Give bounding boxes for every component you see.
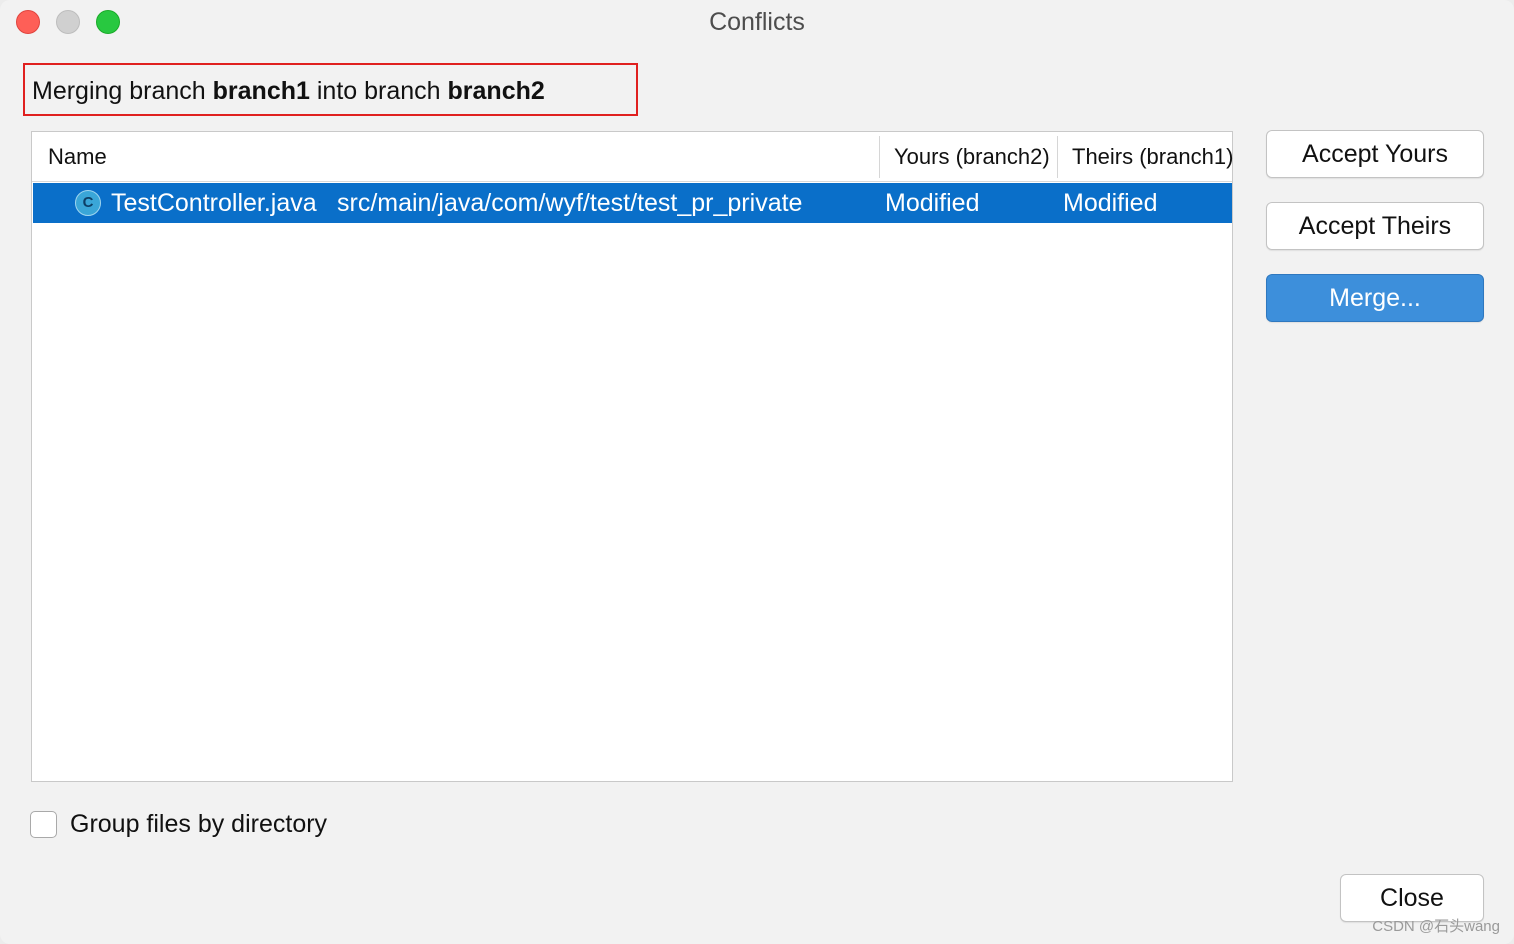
- column-header-name[interactable]: Name: [48, 132, 107, 181]
- group-by-directory-label[interactable]: Group files by directory: [70, 810, 327, 839]
- watermark-text: CSDN @石头wang: [1372, 918, 1500, 935]
- table-header: Name Yours (branch2) Theirs (branch1): [32, 132, 1233, 182]
- accept-theirs-button[interactable]: Accept Theirs: [1266, 202, 1484, 250]
- conflicts-table[interactable]: Name Yours (branch2) Theirs (branch1) C …: [31, 131, 1233, 782]
- table-row[interactable]: C TestController.java src/main/java/com/…: [33, 183, 1232, 223]
- theirs-status: Modified: [1063, 189, 1158, 217]
- target-branch-name: branch2: [447, 77, 545, 105]
- file-name: TestController.java: [111, 189, 317, 217]
- group-by-directory-checkbox[interactable]: [30, 811, 57, 838]
- merge-button[interactable]: Merge...: [1266, 274, 1484, 322]
- yours-status: Modified: [885, 189, 980, 217]
- file-path: src/main/java/com/wyf/test/test_pr_priva…: [337, 189, 803, 217]
- column-header-yours[interactable]: Yours (branch2): [894, 132, 1050, 181]
- window-title: Conflicts: [709, 8, 805, 36]
- accept-yours-button[interactable]: Accept Yours: [1266, 130, 1484, 178]
- merge-info-text: Merging branch branch1 into branch branc…: [32, 77, 545, 106]
- title-bar: Conflicts: [0, 0, 1514, 46]
- column-separator[interactable]: [1057, 136, 1058, 178]
- merge-info-prefix: Merging branch: [32, 77, 213, 105]
- source-branch-name: branch1: [212, 77, 310, 105]
- column-header-theirs[interactable]: Theirs (branch1): [1072, 132, 1233, 181]
- conflicts-dialog: Conflicts Merging branch branch1 into br…: [0, 0, 1514, 944]
- merge-info-banner: Merging branch branch1 into branch branc…: [23, 63, 638, 116]
- java-class-icon: C: [75, 190, 101, 216]
- column-separator[interactable]: [879, 136, 880, 178]
- merge-info-middle: into branch: [309, 77, 448, 105]
